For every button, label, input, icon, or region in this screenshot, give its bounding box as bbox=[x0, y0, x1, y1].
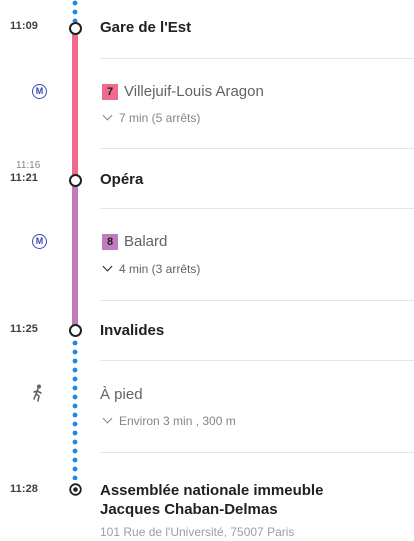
stop-time: 11:28 bbox=[10, 483, 39, 495]
stop-circle bbox=[69, 174, 82, 187]
metro-icon: M bbox=[32, 234, 47, 249]
destination-marker-icon bbox=[69, 483, 82, 496]
leg-details-toggle[interactable]: 4 min (3 arrêts) bbox=[102, 261, 201, 276]
stop-name[interactable]: Opéra bbox=[100, 171, 143, 188]
divider bbox=[100, 148, 414, 149]
divider bbox=[100, 360, 414, 361]
stop-circle bbox=[69, 22, 82, 35]
destination-name-line2: Jacques Chaban-Delmas bbox=[100, 501, 278, 518]
scheduled-time: 11:16 bbox=[16, 160, 41, 171]
line-badge: 8 bbox=[102, 234, 118, 250]
line-8-route-segment bbox=[72, 184, 78, 326]
divider bbox=[100, 452, 414, 453]
leg-detail: 4 min (3 arrêts) bbox=[119, 262, 201, 276]
leg-details-toggle[interactable]: Environ 3 min , 300 m bbox=[102, 413, 236, 428]
chevron-down-icon bbox=[102, 110, 113, 121]
divider bbox=[100, 58, 414, 59]
divider bbox=[100, 300, 414, 301]
leg-details-toggle[interactable]: 7 min (5 arrêts) bbox=[102, 110, 201, 125]
leg-direction: Balard bbox=[124, 233, 168, 250]
destination-address: 101 Rue de l'Université, 75007 Paris bbox=[100, 525, 295, 539]
divider bbox=[100, 208, 414, 209]
walk-dotted-line-top bbox=[72, 0, 78, 22]
stop-name[interactable]: Gare de l'Est bbox=[100, 19, 191, 36]
walk-icon bbox=[30, 384, 46, 402]
leg-detail: Environ 3 min , 300 m bbox=[119, 414, 236, 428]
leg-direction: Villejuif-Louis Aragon bbox=[124, 83, 264, 100]
walk-label: À pied bbox=[100, 386, 143, 403]
leg-detail: 7 min (5 arrêts) bbox=[119, 111, 201, 125]
metro-icon: M bbox=[32, 84, 47, 99]
chevron-down-icon bbox=[102, 413, 113, 424]
line-7-route-segment bbox=[72, 30, 78, 176]
stop-name[interactable]: Invalides bbox=[100, 322, 164, 339]
destination-name[interactable]: Assemblée nationale immeuble Jacques Cha… bbox=[100, 481, 323, 519]
stop-time: 11:25 bbox=[10, 323, 39, 335]
walk-dotted-line bbox=[72, 340, 78, 480]
line-badge: 7 bbox=[102, 84, 118, 100]
stop-time: 11:09 bbox=[10, 20, 39, 32]
stop-circle bbox=[69, 324, 82, 337]
destination-name-line1: Assemblée nationale immeuble bbox=[100, 482, 324, 499]
stop-time: 11:21 bbox=[10, 172, 39, 184]
chevron-down-icon bbox=[102, 261, 113, 272]
